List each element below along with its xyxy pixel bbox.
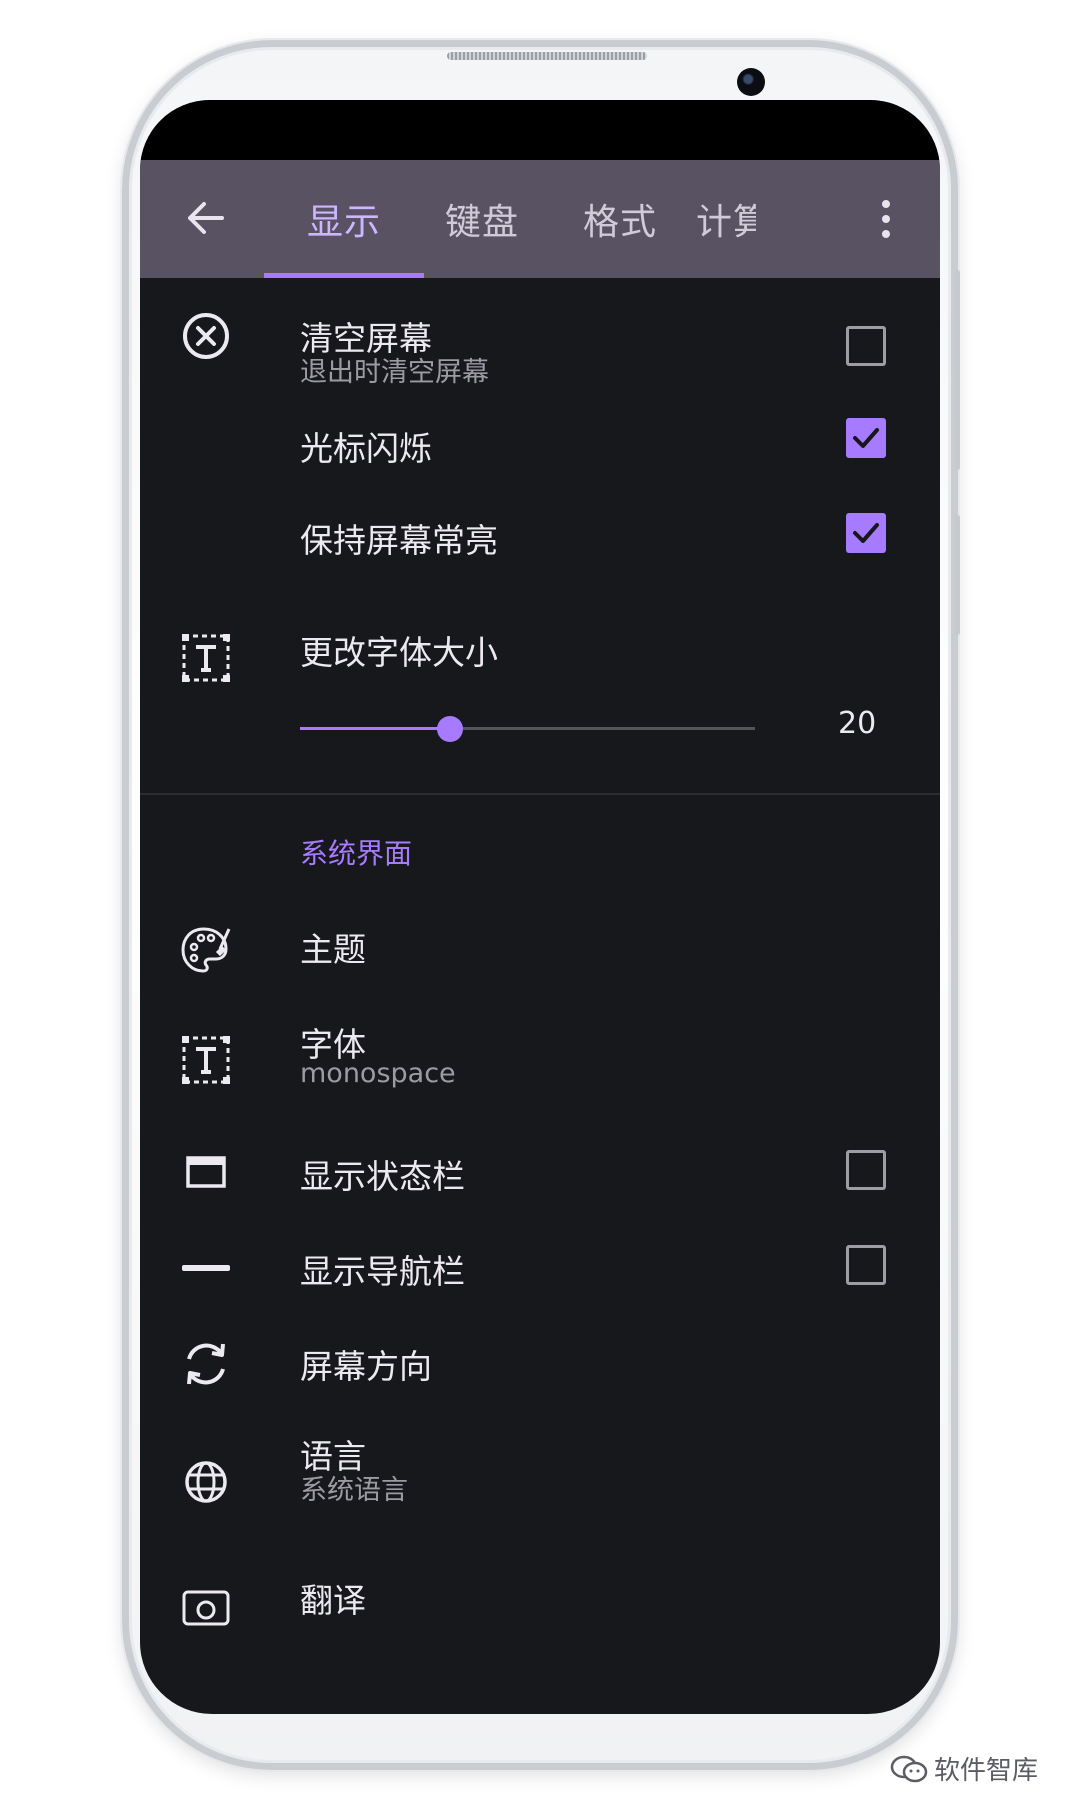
setting-show-nav-bar[interactable]: 显示导航栏 <box>140 1224 940 1320</box>
font-size-slider[interactable] <box>300 716 755 742</box>
translate-icon <box>176 1576 236 1636</box>
rotate-icon <box>176 1334 236 1394</box>
setting-title: 显示状态栏 <box>300 1157 465 1196</box>
font-size-icon <box>176 628 236 688</box>
show-status-bar-checkbox[interactable] <box>846 1150 886 1190</box>
keep-screen-on-checkbox[interactable] <box>846 513 886 553</box>
setting-language[interactable]: 语言 系统语言 <box>140 1416 940 1546</box>
palette-icon <box>176 920 236 980</box>
setting-keep-screen-on[interactable]: 保持屏幕常亮 <box>140 494 940 590</box>
globe-icon <box>176 1452 236 1512</box>
setting-title: 屏幕方向 <box>300 1347 432 1386</box>
tab-label: 键盘 <box>444 202 519 243</box>
more-vert-icon[interactable] <box>866 184 906 254</box>
status-bar <box>140 100 940 160</box>
setting-summary: 系统语言 <box>300 1475 408 1506</box>
tab-label: 格式 <box>582 202 657 243</box>
tab-display[interactable]: 显示 <box>264 160 424 278</box>
setting-title: 保持屏幕常亮 <box>300 521 498 560</box>
setting-theme[interactable]: 主题 <box>140 878 940 1008</box>
cancel-circle-icon <box>176 306 236 366</box>
tab-format[interactable]: 格式 <box>540 160 700 278</box>
setting-font[interactable]: 字体 monospace <box>140 998 940 1128</box>
setting-orientation[interactable]: 屏幕方向 <box>140 1320 940 1416</box>
setting-title: 光标闪烁 <box>300 429 432 468</box>
font-size-value: 20 <box>838 706 877 741</box>
section-divider <box>140 793 940 795</box>
side-button-lower <box>955 515 960 635</box>
font-icon <box>176 1030 236 1090</box>
setting-font-size: 更改字体大小 <box>140 590 940 790</box>
wechat-icon <box>890 1755 928 1782</box>
check-icon <box>853 523 879 543</box>
setting-title: 主题 <box>300 930 366 969</box>
setting-summary: monospace <box>300 1058 456 1089</box>
setting-title: 翻译 <box>300 1581 366 1620</box>
category-system-ui: 系统界面 <box>300 837 413 870</box>
check-icon <box>853 428 879 448</box>
watermark-text: 软件智库 <box>934 1756 1039 1786</box>
font-size-title: 更改字体大小 <box>300 633 498 672</box>
back-arrow-icon[interactable] <box>180 196 232 240</box>
side-button-upper <box>955 270 960 470</box>
cursor-blink-checkbox[interactable] <box>846 418 886 458</box>
app-bar: 显示 键盘 格式 计算 <box>140 160 940 278</box>
settings-list: 清空屏幕 退出时清空屏幕 光标闪烁 保持屏幕常亮 更改字体大小 更改字体大小 <box>140 278 940 1714</box>
setting-show-status-bar[interactable]: 显示状态栏 <box>140 1128 940 1224</box>
tab-calc[interactable]: 计算 <box>678 160 756 278</box>
window-icon <box>176 1142 236 1202</box>
setting-cursor-blink[interactable]: 光标闪烁 <box>140 398 940 494</box>
tab-label: 显示 <box>306 202 381 243</box>
tab-keyboard[interactable]: 键盘 <box>402 160 562 278</box>
setting-clear-screen[interactable]: 清空屏幕 退出时清空屏幕 <box>140 278 940 398</box>
setting-translate[interactable]: 翻译 <box>140 1546 940 1676</box>
front-camera <box>737 68 765 96</box>
slider-fill <box>300 727 451 730</box>
minus-icon <box>176 1238 236 1298</box>
setting-summary: 退出时清空屏幕 <box>300 357 489 388</box>
tab-strip: 显示 键盘 格式 计算 <box>140 160 940 278</box>
tab-label: 计算 <box>696 202 756 243</box>
slider-thumb[interactable] <box>437 716 464 742</box>
watermark: 软件智库 <box>890 1750 1038 1787</box>
show-nav-bar-checkbox[interactable] <box>846 1245 886 1285</box>
screen: 显示 键盘 格式 计算 清空屏幕 退出时清空屏幕 光标闪烁 保持屏幕常亮 更改字… <box>140 100 940 1714</box>
clear-screen-checkbox[interactable] <box>846 326 886 366</box>
setting-title: 显示导航栏 <box>300 1252 465 1291</box>
earpiece-speaker <box>447 52 647 60</box>
